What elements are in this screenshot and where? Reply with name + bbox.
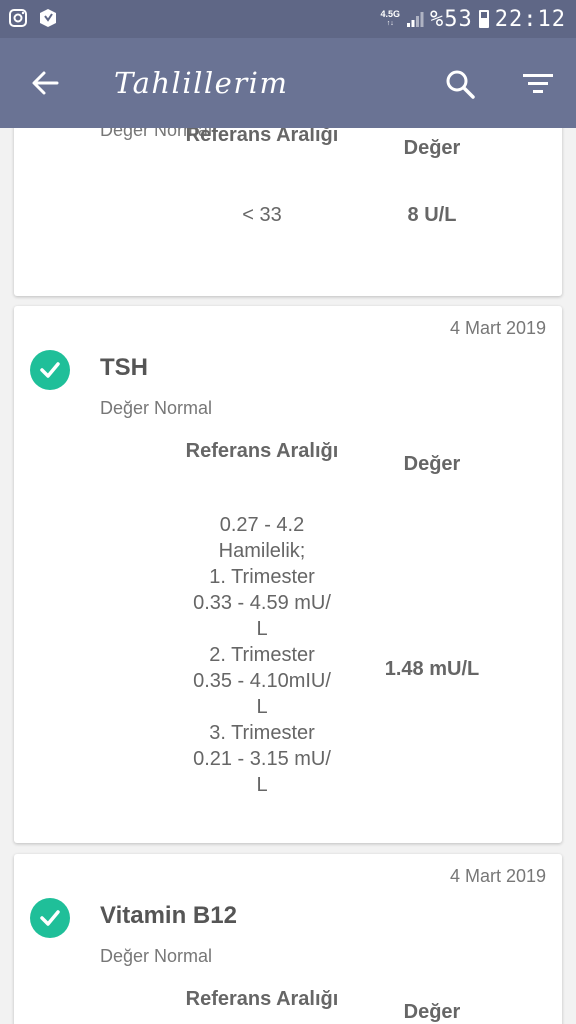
battery-percent: %53 — [430, 6, 473, 32]
card-status: Değer Normal — [100, 946, 213, 966]
card-title: Vitamin B12 — [100, 902, 237, 929]
back-arrow-icon — [32, 71, 59, 95]
result-value: 8 U/L — [407, 204, 457, 226]
instagram-icon — [9, 9, 27, 27]
search-button[interactable] — [438, 62, 482, 106]
check-circle-icon — [30, 350, 70, 390]
status-bar: 4.5G ↑↓ %53 22:12 — [0, 0, 576, 38]
result-card[interactable]: 4 Mart 2019 TSH Değer Normal Referans Ar… — [14, 306, 562, 843]
result-value: 1.48 mU/L — [384, 658, 480, 680]
app-bar: Tahlillerim — [0, 38, 576, 128]
network-type-label: 4.5G ↑↓ — [380, 9, 401, 28]
reference-range-header: Referans Aralığı — [185, 988, 339, 1010]
back-button[interactable] — [24, 62, 66, 104]
card-title: TSH — [100, 354, 148, 381]
result-card[interactable]: Değer Normal Referans Aralığı Değer < 33… — [14, 128, 562, 296]
clock: 22:12 — [494, 6, 566, 32]
card-status: Değer Normal — [100, 398, 213, 418]
value-header: Değer — [403, 137, 461, 159]
battery-icon — [478, 10, 489, 28]
reference-range-header: Referans Aralığı — [185, 440, 339, 462]
card-date: 4 Mart 2019 — [449, 318, 546, 338]
reference-range-value: < 33 — [242, 204, 282, 226]
value-header: Değer — [403, 1001, 461, 1023]
result-card[interactable]: 4 Mart 2019 Vitamin B12 Değer Normal Ref… — [14, 854, 562, 1024]
results-list[interactable]: Değer Normal Referans Aralığı Değer < 33… — [0, 128, 576, 1024]
signal-icon — [407, 12, 424, 27]
filter-icon — [523, 74, 553, 93]
app-notification-icon — [40, 9, 56, 27]
value-header: Değer — [403, 453, 461, 475]
search-icon — [446, 70, 475, 99]
reference-range-header: Referans Aralığı — [185, 128, 339, 146]
card-date: 4 Mart 2019 — [449, 866, 546, 886]
filter-button[interactable] — [516, 62, 560, 106]
check-circle-icon — [30, 898, 70, 938]
page-title: Tahlillerim — [114, 66, 289, 100]
reference-range-value: 0.27 - 4.2 Hamilelik; 1. Trimester 0.33 … — [193, 514, 331, 796]
